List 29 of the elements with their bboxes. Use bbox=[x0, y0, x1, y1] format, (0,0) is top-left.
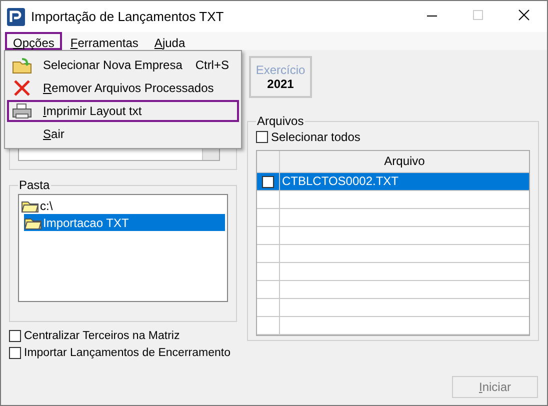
folder-tree[interactable]: c:\ Importacao TXT bbox=[18, 194, 228, 302]
group-title: Arquivos bbox=[256, 114, 305, 128]
folder-arrow-icon bbox=[11, 56, 33, 74]
exercise-label: Exercício bbox=[256, 63, 306, 77]
checkbox[interactable] bbox=[9, 347, 21, 359]
menu-item[interactable]: Remover Arquivos Processados bbox=[7, 77, 239, 99]
menu-item[interactable]: Ferramentas bbox=[62, 32, 146, 50]
folder-icon bbox=[24, 216, 42, 230]
menu-item[interactable]: Imprimir Layout txt bbox=[7, 100, 239, 122]
menu-item[interactable]: Ajuda bbox=[146, 32, 194, 50]
folder-icon bbox=[21, 198, 39, 212]
checkbox[interactable] bbox=[9, 330, 21, 342]
checkbox-label: Selecionar todos bbox=[271, 130, 360, 144]
tree-item[interactable]: c:\ bbox=[40, 198, 53, 212]
group-title: Pasta bbox=[18, 178, 51, 192]
menu-item[interactable]: Sair bbox=[7, 123, 239, 145]
table-cell-text: CTBLCTOS0002.TXT bbox=[281, 173, 400, 190]
x-icon bbox=[11, 79, 33, 97]
app-logo-icon bbox=[7, 8, 25, 26]
printer-icon bbox=[11, 102, 33, 120]
checkbox-label: Centralizar Terceiros na Matriz bbox=[24, 330, 180, 342]
table-row[interactable]: CTBLCTOS0002.TXT bbox=[257, 173, 529, 191]
checkbox-label: Importar Lançamentos de Encerramento bbox=[24, 347, 230, 359]
menu-item[interactable]: Selecionar Nova Empresa Ctrl+S bbox=[7, 54, 239, 76]
exercise-year: 2021 bbox=[267, 77, 294, 91]
checkbox[interactable] bbox=[256, 131, 268, 143]
column-header: Arquivo bbox=[383, 153, 426, 170]
window-title: Importação de Lançamentos TXT bbox=[31, 9, 224, 24]
checkbox[interactable] bbox=[262, 176, 274, 188]
